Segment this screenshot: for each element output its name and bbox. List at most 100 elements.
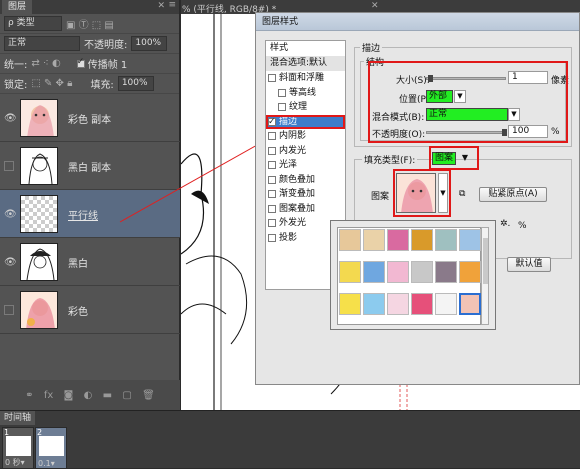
yellow-dots-pattern[interactable] — [339, 293, 361, 315]
frame-delay[interactable]: 0.1▾ — [38, 459, 55, 468]
style-item[interactable]: 描边 — [266, 114, 345, 129]
dialog-titlebar[interactable]: 图层样式 — [256, 13, 579, 31]
scale-unit: % — [518, 221, 527, 231]
style-label: 渐变叠加 — [279, 189, 316, 199]
visibility-toggle[interactable] — [4, 161, 14, 171]
visibility-toggle[interactable] — [4, 305, 14, 315]
lock-icons[interactable]: ⬚ ✎ ✥ 🔒︎ — [31, 78, 72, 89]
eye-icon[interactable]: 👁︎ — [4, 257, 17, 268]
close-icon[interactable]: ✕ — [157, 1, 165, 11]
style-item[interactable]: 内阴影 — [266, 129, 345, 144]
beige-pattern-2[interactable] — [363, 229, 385, 251]
layer-name[interactable]: 彩色 副本 — [68, 111, 111, 126]
style-checkbox[interactable] — [268, 115, 276, 129]
pattern-picker — [330, 220, 496, 330]
style-checkbox[interactable] — [268, 132, 276, 141]
style-checkbox[interactable] — [268, 204, 276, 213]
folder-icon[interactable]: ▬ — [103, 390, 112, 401]
propagate-label: 传播帧 1 — [87, 60, 128, 71]
picker-scrollbar[interactable] — [481, 227, 489, 325]
style-item[interactable]: 光泽 — [266, 158, 345, 173]
gear-icon[interactable]: ✲. — [500, 219, 510, 229]
style-checkbox[interactable] — [268, 190, 276, 199]
layer-kind-filter[interactable]: ρ 类型 — [4, 16, 62, 31]
close-icon[interactable]: ✕ — [371, 1, 379, 11]
layers-tabbar: 图层 — [0, 0, 179, 14]
style-label: 斜面和浮雕 — [279, 73, 325, 83]
timeline-tab[interactable]: 时间轴 — [0, 411, 36, 425]
trash-icon[interactable]: 🗑︎ — [142, 390, 155, 401]
style-checkbox[interactable] — [278, 88, 286, 97]
frame-delay[interactable]: 0 秒▾ — [5, 457, 25, 468]
filter-row: ρ 类型 ▣ Ⓣ ⬚ ▤ — [0, 14, 179, 34]
style-label: 描边 — [279, 116, 298, 127]
propagate-checkbox[interactable] — [76, 57, 85, 68]
candy-pattern[interactable] — [411, 293, 433, 315]
style-checkbox[interactable] — [268, 161, 276, 170]
filter-icons[interactable]: ▣ Ⓣ ⬚ ▤ — [66, 16, 114, 31]
new-layer-icon[interactable]: ▢ — [122, 390, 131, 401]
beige-pattern[interactable] — [339, 229, 361, 251]
blend-mode-select[interactable]: 正常 — [4, 36, 80, 51]
timeline-frame-selected[interactable]: 2 0.1▾ — [35, 427, 67, 469]
style-item[interactable]: 渐变叠加 — [266, 187, 345, 202]
layer-name[interactable]: 彩色 — [68, 303, 88, 318]
opacity-field[interactable]: 100% — [131, 36, 168, 51]
blend-options-item[interactable]: 混合选项:默认 — [266, 56, 345, 71]
layer-row[interactable]: 彩色 — [0, 286, 180, 334]
layers-tab[interactable]: 图层 — [2, 0, 33, 14]
style-item[interactable]: 斜面和浮雕 — [266, 71, 345, 86]
snap-to-origin-button[interactable]: 贴紧原点(A) — [479, 187, 547, 202]
style-item[interactable]: 颜色叠加 — [266, 173, 345, 188]
style-checkbox[interactable] — [278, 103, 286, 112]
layer-row[interactable]: 👁︎ 黑白 — [0, 238, 180, 286]
link-icon[interactable]: ⚭ — [25, 390, 33, 401]
style-checkbox[interactable] — [268, 175, 276, 184]
blend-row: 正常 不透明度: 100% — [0, 34, 179, 54]
styles-header[interactable]: 样式 — [266, 41, 345, 56]
reset-default-button[interactable]: 默认值 — [507, 257, 551, 272]
sky-pattern[interactable] — [363, 293, 385, 315]
unify-icons[interactable]: ⇄ ⁖ ◐ — [31, 58, 60, 69]
fill-field[interactable]: 100% — [117, 76, 154, 91]
layer-name[interactable]: 平行线 — [68, 207, 98, 222]
picker-scroll-thumb[interactable] — [483, 238, 488, 284]
eye-icon[interactable]: 👁︎ — [4, 113, 17, 124]
bw-girl-pattern[interactable] — [435, 293, 457, 315]
propagate-frame[interactable]: 传播帧 1 — [76, 56, 128, 71]
style-item[interactable]: 等高线 — [266, 86, 345, 101]
panel-menu-icon[interactable]: ≡ — [168, 0, 176, 10]
mask-icon[interactable]: ◙ — [64, 390, 74, 401]
style-item[interactable]: 内发光 — [266, 144, 345, 159]
style-checkbox[interactable] — [268, 146, 276, 155]
layer-row-selected[interactable]: 👁︎ 平行线 — [0, 190, 180, 238]
new-preset-icon[interactable]: ⧉ — [459, 189, 465, 199]
color-girl-pattern[interactable] — [459, 293, 481, 315]
pale-pink-pattern[interactable] — [387, 293, 409, 315]
floral-pattern[interactable] — [387, 229, 409, 251]
blue-pattern[interactable] — [363, 261, 385, 283]
blue-wash-pattern[interactable] — [459, 229, 481, 251]
style-item[interactable]: 图案叠加 — [266, 202, 345, 217]
highlight-fill-type — [429, 146, 479, 170]
layer-name[interactable]: 黑白 副本 — [68, 159, 111, 174]
frame-thumbnail — [39, 436, 64, 456]
grey-pattern[interactable] — [411, 261, 433, 283]
timeline-frame[interactable]: 1 0 秒▾ — [2, 427, 34, 469]
sunburst-pattern[interactable] — [411, 229, 433, 251]
style-item[interactable]: 纹理 — [266, 100, 345, 115]
eye-icon[interactable]: 👁︎ — [4, 209, 17, 220]
style-checkbox[interactable] — [268, 233, 276, 242]
orange-pattern[interactable] — [459, 261, 481, 283]
layer-name[interactable]: 黑白 — [68, 255, 88, 270]
damask-pattern[interactable] — [435, 261, 457, 283]
layer-row[interactable]: 👁︎ 彩色 副本 — [0, 94, 180, 142]
pink-pattern[interactable] — [387, 261, 409, 283]
layer-row[interactable]: 黑白 副本 — [0, 142, 180, 190]
style-checkbox[interactable] — [268, 219, 276, 228]
fx-icon[interactable]: fx — [44, 390, 53, 401]
style-checkbox[interactable] — [268, 74, 276, 83]
yellow-pattern[interactable] — [339, 261, 361, 283]
teal-pattern[interactable] — [435, 229, 457, 251]
adjustment-icon[interactable]: ◐ — [84, 390, 93, 401]
